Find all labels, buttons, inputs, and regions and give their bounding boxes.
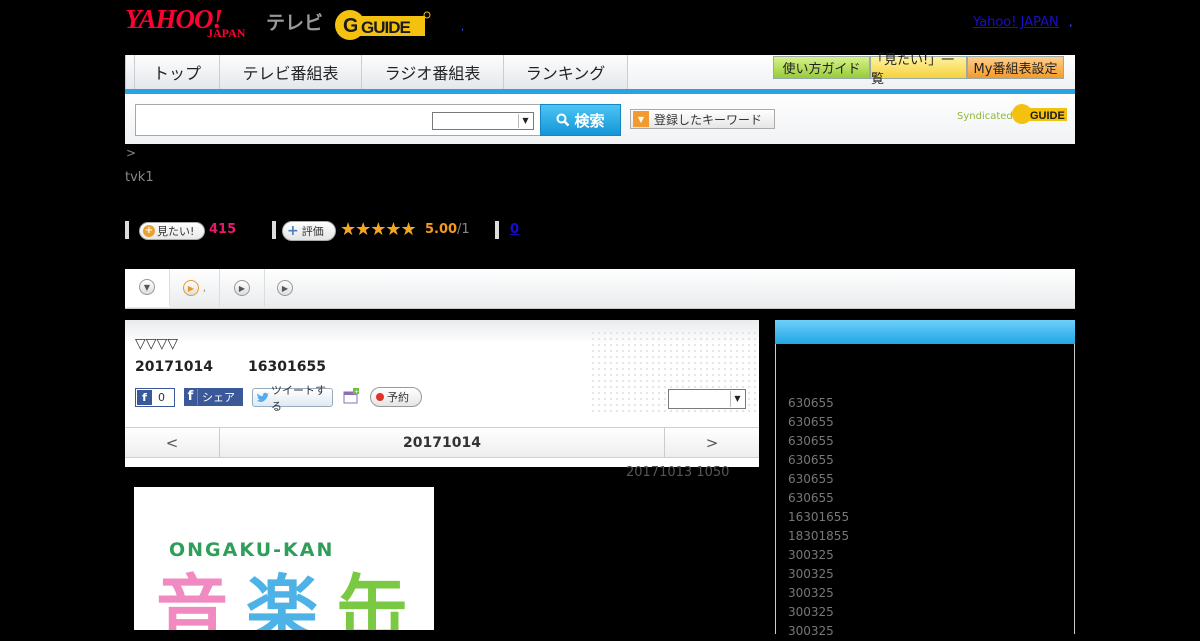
want-to-watch-label: 見たい! (157, 225, 195, 238)
nav-tab-tv-schedule[interactable]: テレビ番組表 (220, 55, 362, 89)
syndicated-gguide-logo: Syndicated GUIDE (957, 102, 1069, 128)
last-updated-text: 20171013 1050 (626, 465, 730, 480)
usage-guide-button[interactable]: 使い方ガイド (773, 56, 870, 79)
dropdown-arrow-icon: ▼ (633, 111, 649, 127)
registered-keywords-label: 登録したキーワード (654, 112, 763, 127)
sidebar-header (775, 320, 1075, 344)
tweet-label: ツイートする (270, 383, 326, 413)
gguide-small-logo-icon: GUIDE (1012, 104, 1067, 124)
next-day-button[interactable]: > (664, 427, 759, 458)
facebook-share-label: シェア (202, 391, 235, 404)
review-label: 評価 (301, 225, 324, 238)
registered-keywords-button[interactable]: ▼ 登録したキーワード (630, 109, 775, 129)
tab-2-label: , (202, 282, 207, 294)
divider (495, 221, 499, 239)
nav-tab-top[interactable]: トップ (135, 55, 220, 89)
tab-4[interactable]: ▶ (265, 269, 305, 307)
list-item[interactable]: 630655 (788, 432, 849, 451)
tv-logo-text[interactable]: テレビ (266, 8, 323, 35)
reserve-label: 予約 (387, 391, 409, 404)
want-list-button[interactable]: 「見たい!」一覧 (870, 53, 967, 87)
header-separator: , (461, 22, 465, 33)
program-image: ONGAKU-KAN 音 楽 缶 (134, 487, 434, 630)
facebook-icon: f (137, 390, 152, 405)
facebook-like-button[interactable]: f 0 (135, 388, 175, 407)
list-item[interactable]: 630655 (788, 451, 849, 470)
list-item[interactable]: 300325 (788, 565, 849, 584)
program-image-kanji-3: 缶 (336, 567, 409, 630)
my-schedule-settings-button[interactable]: My番組表設定 (967, 56, 1064, 79)
reserve-recording-button[interactable]: 予約 (370, 387, 422, 407)
program-image-title: ONGAKU-KAN (169, 539, 335, 561)
add-calendar-icon[interactable]: + (343, 388, 359, 404)
program-title: ▽▽▽▽ (135, 336, 179, 352)
divider (272, 221, 276, 239)
play-icon: ▶ (277, 280, 293, 296)
search-category-select[interactable]: ▼ (432, 112, 534, 130)
program-image-kanji-1: 音 (156, 567, 229, 630)
review-button[interactable]: + 評価 (282, 221, 336, 241)
gguide-logo[interactable]: G GUIDE (333, 6, 433, 42)
chevron-down-icon: ▼ (139, 279, 155, 295)
yahoo-japan-logo-text: JAPAN (207, 26, 246, 40)
syndicated-label: Syndicated (957, 111, 1013, 122)
list-item[interactable]: 630655 (788, 489, 849, 508)
chevron-down-icon: ▼ (730, 391, 744, 407)
list-item[interactable]: 300325 (788, 546, 849, 565)
chevron-down-icon: ▼ (518, 114, 532, 128)
plus-icon: + (143, 225, 155, 237)
search-icon (556, 113, 570, 127)
facebook-icon: f (184, 389, 198, 405)
nav-tab-radio-schedule[interactable]: ラジオ番組表 (362, 55, 504, 89)
tab-2[interactable]: ▶ , (170, 269, 220, 307)
svg-text:G: G (343, 15, 359, 37)
plus-icon: + (287, 223, 299, 239)
rating-score: 5.00 (425, 222, 458, 237)
want-count: 415 (209, 222, 237, 237)
svg-text:GUIDE: GUIDE (361, 18, 411, 37)
tab-3[interactable]: ▶ (220, 269, 265, 307)
play-icon: ▶ (234, 280, 250, 296)
current-date-label: 20171014 (403, 434, 481, 451)
tab-details[interactable]: ▼ (125, 269, 170, 307)
breadcrumb[interactable]: > (126, 146, 136, 160)
program-date: 20171014 (135, 359, 213, 375)
nav-spacer (125, 55, 135, 89)
record-icon (376, 393, 384, 401)
yahoo-japan-link[interactable]: Yahoo! JAPAN (973, 15, 1059, 30)
list-item[interactable]: 630655 (788, 413, 849, 432)
list-item[interactable]: 16301655 (788, 508, 849, 527)
program-image-kanji-2: 楽 (246, 567, 319, 630)
play-icon: ▶ (182, 280, 199, 296)
divider (125, 221, 129, 239)
nav-tab-ranking[interactable]: ランキング (504, 55, 628, 89)
list-item[interactable]: 300325 (788, 622, 849, 641)
header-separator-right: , (1069, 16, 1073, 29)
list-item[interactable]: 630655 (788, 470, 849, 489)
search-button[interactable]: 検索 (540, 104, 621, 136)
list-item[interactable]: 300325 (788, 603, 849, 622)
previous-day-button[interactable]: < (125, 427, 220, 458)
channel-name: tvk1 (125, 170, 154, 185)
facebook-like-count: 0 (158, 391, 165, 404)
comments-count-link[interactable]: 0 (510, 222, 519, 237)
want-to-watch-button[interactable]: + 見たい! (139, 222, 205, 240)
tweet-button[interactable]: ツイートする (252, 384, 333, 413)
svg-text:GUIDE: GUIDE (1030, 110, 1065, 122)
recorder-select[interactable]: ▼ (668, 389, 746, 409)
program-time: 16301655 (248, 359, 326, 375)
search-button-label: 検索 (574, 111, 605, 130)
list-item[interactable]: 300325 (788, 584, 849, 603)
list-item[interactable]: 630655 (788, 394, 849, 413)
facebook-share-button[interactable]: f シェア (184, 388, 243, 406)
rating-stars: ★★★★★ (340, 219, 417, 240)
sidebar-schedule-list: 630655 630655 630655 630655 630655 63065… (788, 394, 849, 641)
svg-text:+: + (354, 389, 359, 396)
list-item[interactable]: 18301855 (788, 527, 849, 546)
twitter-bird-icon (256, 392, 269, 402)
rating-count: /1 (457, 222, 470, 237)
